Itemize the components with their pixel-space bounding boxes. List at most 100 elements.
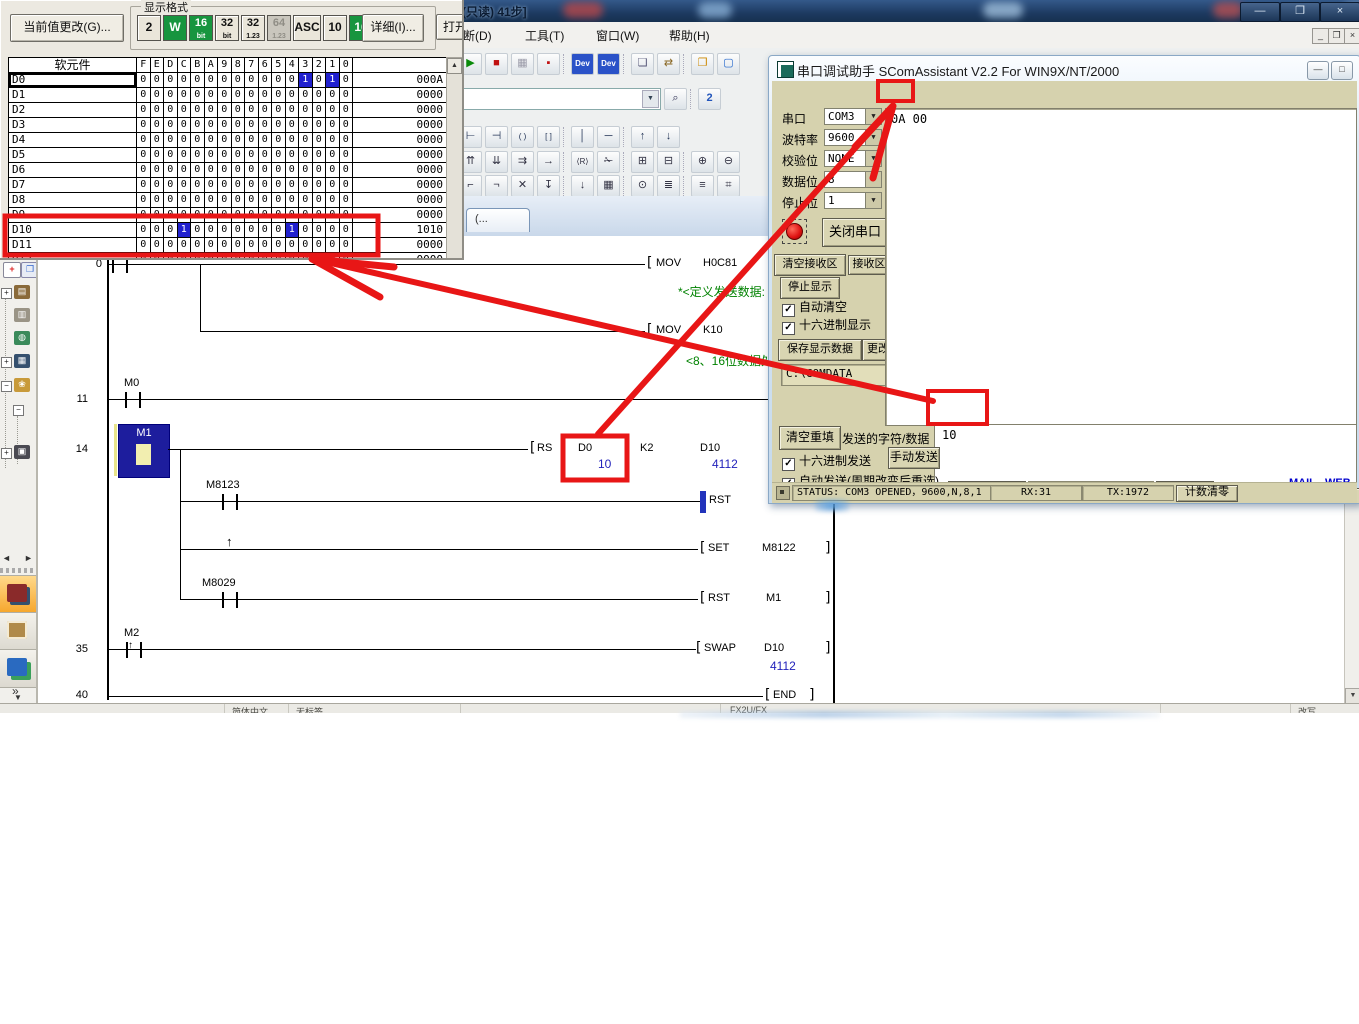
bit-cell[interactable]: 0 [340,103,354,117]
wrap-icon[interactable]: ⟨R⟩ [571,151,594,173]
bit-cell[interactable]: 0 [232,253,246,260]
bit-cell[interactable]: 0 [137,253,151,260]
bit-cell[interactable]: 0 [205,238,219,252]
bit-cell[interactable]: 0 [191,253,205,260]
bit-cell[interactable]: 0 [164,133,178,147]
bit-cell[interactable]: 0 [340,208,354,222]
scroll-left-icon[interactable]: ◄ [2,553,11,563]
list-icon[interactable]: ≡ [691,175,714,197]
coil-icon[interactable]: ( ) [511,126,534,148]
bit-cell[interactable]: 0 [286,238,300,252]
chevron-down-icon[interactable]: ▼ [865,172,881,187]
bit-cell[interactable]: 0 [299,148,313,162]
find-instruction-icon[interactable]: ⊙ [631,175,654,197]
device-batch-monitor-icon[interactable]: Dev [597,53,620,75]
find-device-icon[interactable]: ▦ [597,175,620,197]
bit-cell[interactable]: 0 [340,148,354,162]
bit-cell[interactable]: 0 [245,163,259,177]
hex-display-checkbox[interactable]: ✓十六进制显示 [782,316,871,335]
bit-cell[interactable]: 0 [299,193,313,207]
bit-cell[interactable]: 0 [191,103,205,117]
bit-cell[interactable]: 0 [272,238,286,252]
edit-cut-icon[interactable]: ✁ [597,151,620,173]
device-cell[interactable]: D11 [9,238,137,252]
bit-cell[interactable]: 0 [178,238,192,252]
device-comment-icon[interactable]: ▥ [14,308,30,322]
close-contact-icon[interactable]: ⊣ [485,126,508,148]
bit-cell[interactable]: 0 [178,253,192,260]
device-cell[interactable]: D6 [9,163,137,177]
bit-cell[interactable]: 0 [245,253,259,260]
program-check-icon[interactable]: ❐ [691,53,714,75]
panel-more-icon[interactable]: ▼ [14,693,22,702]
bit-cell[interactable]: 0 [178,178,192,192]
bit-cell[interactable]: 0 [218,148,232,162]
bit-cell[interactable]: 0 [299,133,313,147]
scroll-right-icon[interactable]: ► [24,553,33,563]
bit-cell[interactable]: 0 [286,148,300,162]
bit-cell[interactable]: 0 [232,163,246,177]
device-icon[interactable]: ▣ [14,445,30,459]
bit-cell[interactable]: 0 [299,118,313,132]
bit-cell[interactable]: 0 [218,73,232,87]
bit-cell[interactable]: 0 [245,73,259,87]
bit-cell[interactable]: 0 [259,223,273,237]
bit-cell[interactable]: 0 [259,253,273,260]
bit-cell[interactable]: 1 [286,223,300,237]
bit-cell[interactable]: 0 [218,208,232,222]
bit-cell[interactable]: 0 [313,163,327,177]
menu-help[interactable]: 帮助(H) [669,27,710,44]
bit-cell[interactable]: 0 [313,73,327,87]
serial-maximize-button[interactable]: □ [1331,61,1353,80]
menu-tools[interactable]: 工具(T) [525,27,564,44]
bit-cell[interactable]: 0 [191,193,205,207]
bit-cell[interactable]: 0 [259,103,273,117]
receive-area[interactable]: 0A 00 [885,108,1357,426]
bit-cell[interactable]: 0 [313,208,327,222]
bit-cell[interactable]: 0 [164,103,178,117]
verify-icon[interactable]: ⇄ [657,53,680,75]
chevron-down-icon[interactable]: ▼ [865,193,881,208]
bit-cell[interactable]: 0 [313,118,327,132]
bit-cell[interactable]: 0 [259,88,273,102]
device-test-icon[interactable]: Dev [571,53,594,75]
tree-collapse-icon[interactable]: − [13,405,24,416]
format-ascii-button[interactable]: ASC [293,15,321,41]
device-cell[interactable]: D12 [9,253,137,260]
port-field-3-combobox[interactable]: 8▼ [824,171,882,188]
monitor-mode-button[interactable] [0,649,37,688]
bit-cell[interactable]: 0 [313,103,327,117]
detail-button[interactable]: 详细(I)... [362,14,424,42]
pin-icon[interactable] [776,486,790,500]
bit-cell[interactable]: 0 [313,148,327,162]
bit-cell[interactable]: 0 [178,118,192,132]
menu-diagnostics[interactable]: 断(D) [463,27,492,44]
bit-cell[interactable]: 0 [218,118,232,132]
bit-cell[interactable]: 0 [272,253,286,260]
tree-collapse-icon[interactable]: − [1,381,12,392]
bit-cell[interactable]: 0 [164,163,178,177]
comment-icon[interactable]: ❏ [631,53,654,75]
device-cell[interactable]: D0 [9,73,137,87]
bit-cell[interactable]: 0 [326,133,340,147]
bit-cell[interactable]: 0 [326,253,340,260]
scroll-up-icon[interactable]: ▲ [447,58,462,74]
bit-cell[interactable]: 0 [272,73,286,87]
device-cell[interactable]: D8 [9,193,137,207]
zoom-in-icon[interactable]: ⊕ [691,151,714,173]
monitor-icon[interactable]: ⌗ [717,175,740,197]
chevron-down-icon[interactable]: ▼ [642,90,659,108]
bit-cell[interactable]: 0 [164,73,178,87]
chevron-down-icon[interactable]: ▼ [865,151,881,166]
bit-cell[interactable]: 0 [164,193,178,207]
ladder-cf9-icon[interactable]: ✕ [511,175,534,197]
bit-cell[interactable]: 0 [299,88,313,102]
bit-cell[interactable]: 0 [164,238,178,252]
bit-cell[interactable]: 0 [326,178,340,192]
bit-cell[interactable]: 0 [286,208,300,222]
bit-cell[interactable]: 0 [286,133,300,147]
bit-cell[interactable]: 1 [299,73,313,87]
bit-cell[interactable]: 0 [191,178,205,192]
bit-cell[interactable]: 0 [137,88,151,102]
mdi-minimize-button[interactable]: _ [1312,28,1329,44]
